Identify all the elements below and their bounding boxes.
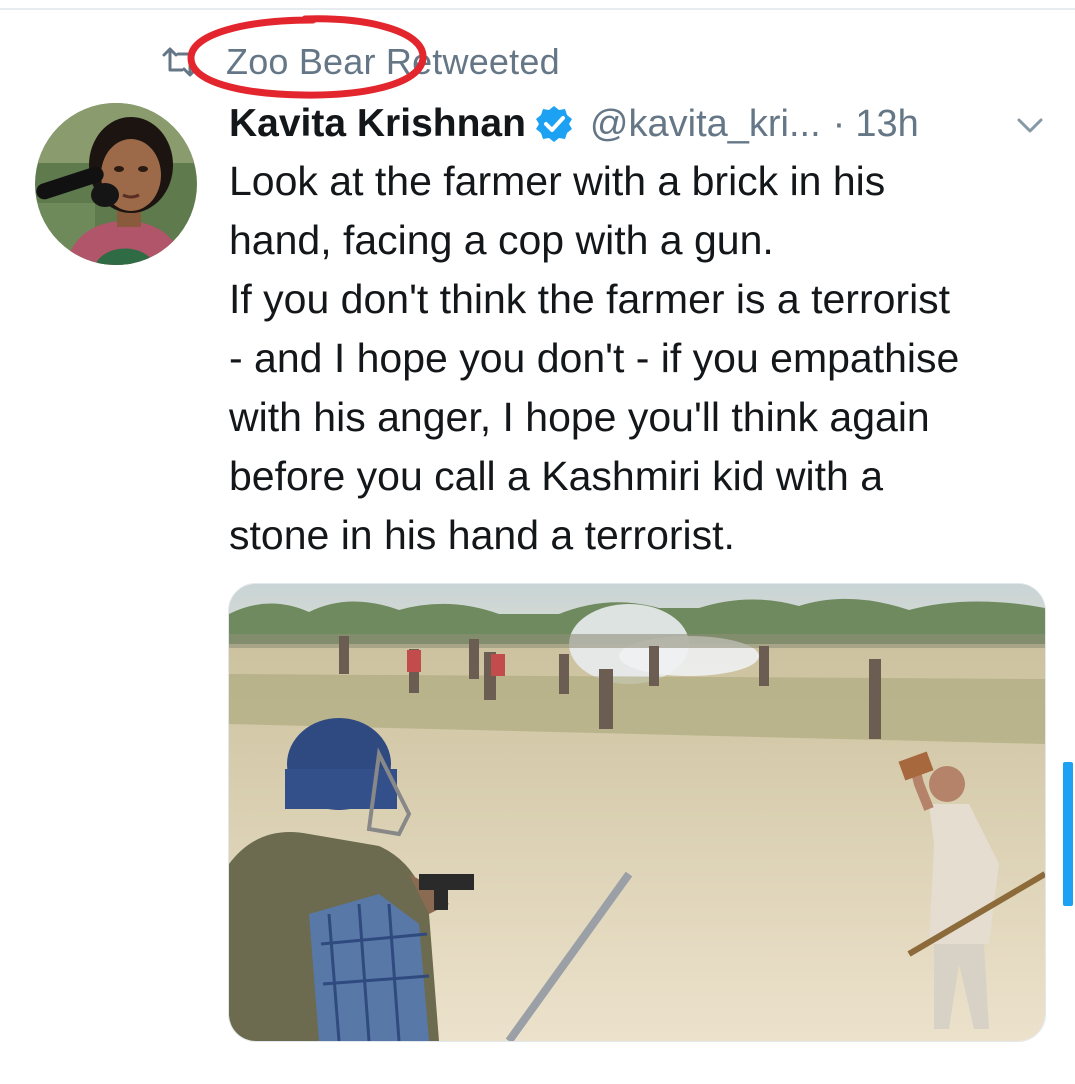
tweet-text: Look at the farmer with a brick in his h…: [229, 158, 960, 558]
tweet-header: Kavita Krishnan @kavita_kri... · 13h: [229, 98, 1059, 150]
protest-photo: [229, 584, 1045, 1041]
retweet-context[interactable]: Zoo Bear Retweeted: [160, 40, 560, 84]
top-divider: [0, 8, 1075, 10]
scrollbar-indicator[interactable]: [1063, 762, 1073, 906]
tweet-action-bar[interactable]: [229, 1070, 989, 1084]
retweet-icon: [162, 47, 198, 77]
retweet-context-label: Zoo Bear Retweeted: [226, 41, 560, 82]
tweet-media-photo[interactable]: [228, 583, 1046, 1042]
tweet-timestamp[interactable]: 13h: [855, 103, 918, 146]
chevron-down-icon[interactable]: [1015, 110, 1045, 140]
avatar[interactable]: [35, 103, 197, 265]
user-handle[interactable]: @kavita_kri...: [590, 103, 821, 146]
display-name[interactable]: Kavita Krishnan: [229, 102, 526, 146]
verified-badge-icon: [535, 106, 572, 142]
avatar-image: [35, 103, 197, 265]
separator-dot: ·: [832, 102, 846, 145]
